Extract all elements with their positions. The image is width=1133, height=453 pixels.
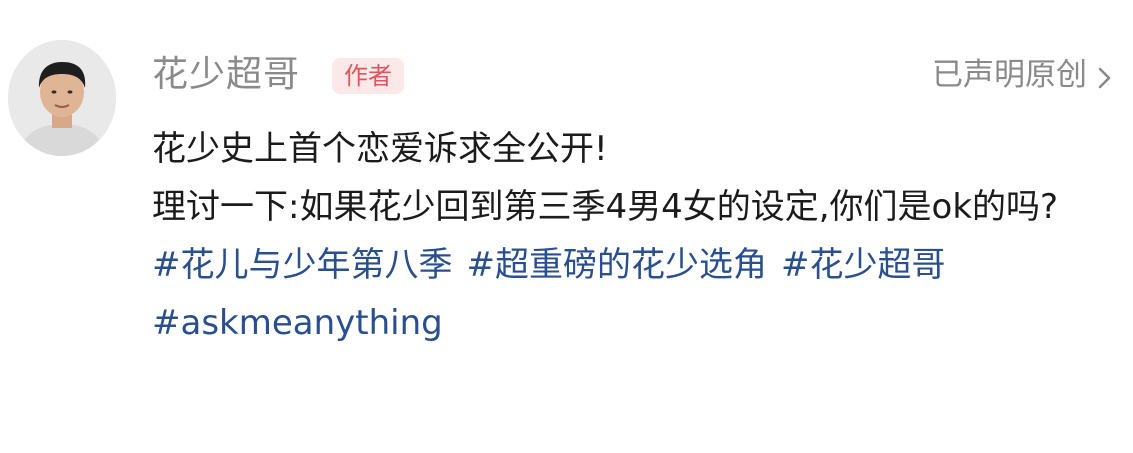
hashtag-link[interactable]: #超重磅的花少选角 [467, 245, 768, 285]
original-declaration-label: 已声明原创 [932, 57, 1087, 93]
original-declaration-link[interactable]: 已声明原创 [932, 52, 1115, 98]
author-name[interactable]: 花少超哥 [152, 52, 300, 98]
comment-card: 花少超哥 作者 已声明原创 花少史上首个恋爱诉求全公开! 理讨一下:如果花少回到… [0, 0, 1133, 453]
hashtag-list: #花儿与少年第八季 #超重磅的花少选角 #花少超哥 #askmeanything [152, 236, 1112, 352]
comment-header: 花少超哥 作者 已声明原创 [152, 52, 1115, 100]
comment-line-2: 理讨一下:如果花少回到第三季4男4女的设定,你们是ok的吗? [152, 187, 1059, 227]
author-badge: 作者 [332, 58, 404, 94]
chevron-right-icon [1095, 60, 1115, 90]
comment-body: 花少史上首个恋爱诉求全公开! 理讨一下:如果花少回到第三季4男4女的设定,你们是… [152, 120, 1112, 352]
comment-line-1: 花少史上首个恋爱诉求全公开! [152, 129, 608, 169]
avatar[interactable] [8, 40, 116, 156]
hashtag-link[interactable]: #花少超哥 [781, 245, 946, 285]
avatar-image [8, 40, 116, 156]
hashtag-link[interactable]: #askmeanything [152, 303, 443, 343]
hashtag-link[interactable]: #花儿与少年第八季 [152, 245, 453, 285]
